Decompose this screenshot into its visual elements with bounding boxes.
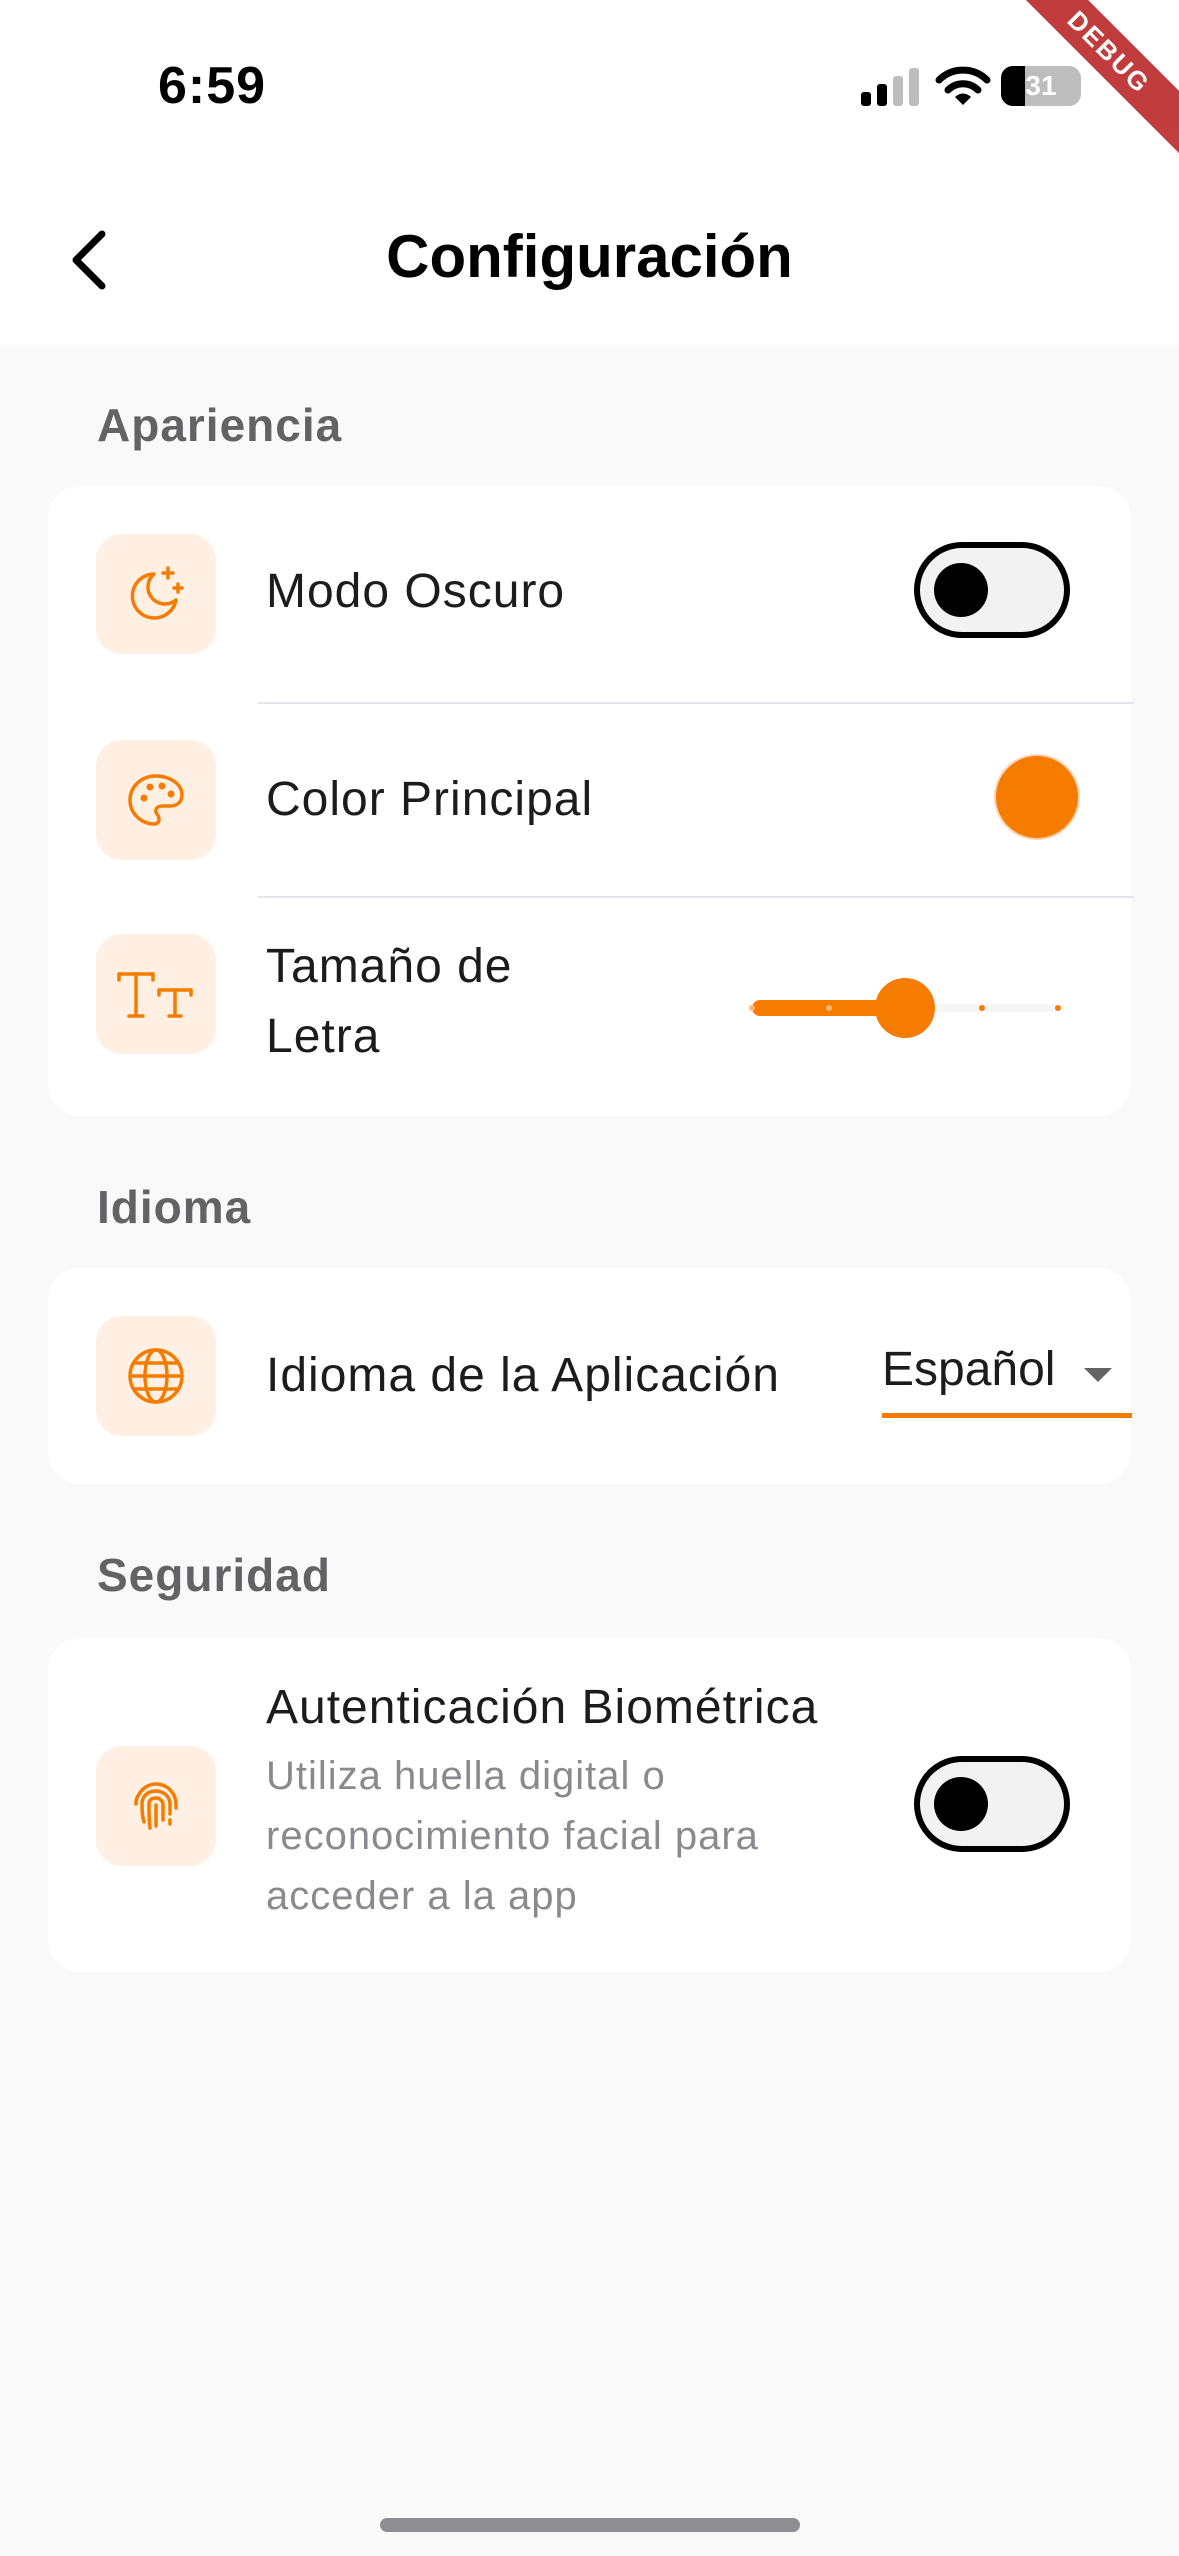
dark-mode-toggle[interactable]: [914, 542, 1070, 638]
setting-row-app-language: Idioma de la Aplicación Español: [48, 1268, 1132, 1484]
biometric-description-line: acceder a la app: [266, 1874, 578, 1918]
security-card: Autenticación Biométrica Utiliza huella …: [48, 1638, 1131, 1972]
language-dropdown[interactable]: Español: [882, 1338, 1132, 1418]
slider-tick: [826, 1005, 832, 1011]
setting-row-dark-mode: Modo Oscuro: [48, 486, 1131, 694]
font-size-icon-box: [96, 934, 216, 1054]
font-size-label: Tamaño de Letra: [266, 932, 513, 1072]
dropdown-underline: [882, 1413, 1132, 1418]
primary-color-icon-box: [96, 740, 216, 860]
font-size-label-line2: Letra: [266, 1010, 381, 1063]
slider-tick: [979, 1005, 985, 1011]
battery-level: 31: [1025, 70, 1057, 101]
slider-tick: [749, 1005, 755, 1011]
status-bar: 6:59 31 DEBUG: [0, 0, 1179, 180]
page-title: Configuración: [386, 223, 793, 290]
appearance-card: Modo Oscuro Color Principal Tamaño de Le…: [48, 486, 1134, 1116]
language-card: Idioma de la Aplicación Español: [48, 1268, 1132, 1484]
language-dropdown-value: Español: [882, 1343, 1056, 1396]
biometric-toggle[interactable]: [914, 1756, 1070, 1852]
app-bar: Configuración: [0, 180, 1179, 345]
biometric-label: Autenticación Biométrica: [266, 1681, 819, 1734]
status-time: 6:59: [158, 57, 267, 115]
home-indicator: [380, 2518, 800, 2532]
section-title-security: Seguridad: [97, 1549, 331, 1601]
font-size-label-line1: Tamaño de: [266, 940, 513, 993]
fingerprint-icon: [134, 1782, 178, 1830]
wifi-icon: [935, 66, 991, 105]
biometric-description-line: Utiliza huella digital o: [266, 1754, 666, 1798]
slider-tick: [1055, 1005, 1061, 1011]
language-icon-box: [96, 1316, 216, 1436]
moon-stars-icon: [130, 566, 184, 620]
battery-icon: 31: [1001, 66, 1081, 106]
primary-color-label: Color Principal: [266, 773, 594, 826]
dark-mode-label: Modo Oscuro: [266, 565, 566, 618]
biometric-description-line: reconocimiento facial para: [266, 1814, 759, 1858]
toggle-knob: [934, 563, 988, 617]
slider-thumb[interactable]: [875, 978, 935, 1038]
section-title-language: Idioma: [97, 1181, 252, 1233]
palette-icon: [128, 774, 184, 826]
biometric-description: Utiliza huella digital o reconocimiento …: [266, 1746, 866, 1926]
primary-color-swatch[interactable]: [994, 754, 1080, 840]
biometric-icon-box: [96, 1746, 216, 1866]
toggle-knob: [934, 1777, 988, 1831]
font-size-slider[interactable]: [749, 978, 1061, 1038]
cellular-signal-icon: [861, 66, 919, 106]
setting-row-primary-color[interactable]: Color Principal: [48, 704, 1131, 894]
section-title-appearance: Apariencia: [97, 399, 343, 451]
dark-mode-icon-box: [96, 534, 216, 654]
setting-row-biometric: Autenticación Biométrica Utiliza huella …: [48, 1638, 1131, 1972]
globe-icon: [128, 1348, 184, 1404]
text-size-icon: [117, 972, 193, 1018]
setting-row-font-size: Tamaño de Letra: [48, 898, 1131, 1116]
app-language-label: Idioma de la Aplicación: [266, 1349, 780, 1402]
caret-down-icon: [1084, 1368, 1112, 1382]
